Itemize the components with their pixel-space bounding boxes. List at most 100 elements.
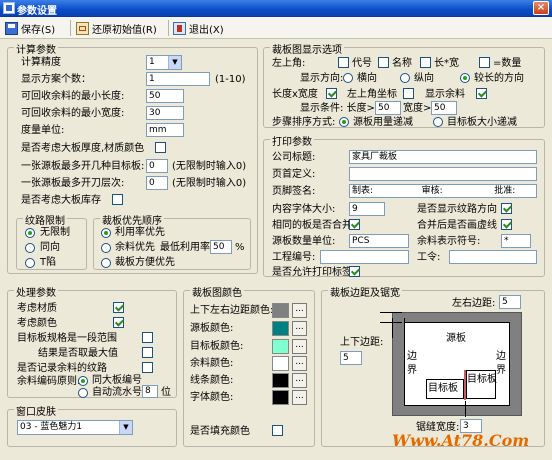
min-rate-input[interactable]: 50: [210, 240, 232, 254]
colors-title: 裁板图颜色: [190, 284, 244, 299]
tgt-color-button[interactable]: ...: [292, 339, 307, 354]
calc-params-title: 计算参数: [14, 41, 58, 56]
toolbar: 保存(S) 还原初始值(R) 退出(X): [0, 17, 552, 39]
save-button[interactable]: 保存(S): [2, 19, 58, 37]
order-src-label: 源板用量递减: [353, 117, 413, 128]
digit-label: 位: [161, 387, 171, 398]
max-boards-input[interactable]: 0: [146, 159, 168, 173]
top-left-label: 左上角:: [272, 58, 306, 69]
edge-color-button[interactable]: ...: [292, 303, 307, 318]
grain-same-radio[interactable]: [25, 243, 35, 253]
min-length-label: 可回收余料的最小长度:: [21, 91, 125, 102]
merge-dash-checkbox[interactable]: [501, 219, 512, 230]
target-board-1-text: 目标板: [428, 383, 458, 394]
save-label: 保存(S): [21, 24, 56, 36]
skin-select[interactable]: 03 - 蓝色魅力1 ▼: [17, 420, 133, 435]
grain-t-radio[interactable]: [25, 258, 35, 268]
project-input[interactable]: [320, 250, 409, 264]
src-color-swatch: [272, 321, 289, 336]
auto-serial-radio[interactable]: [78, 388, 88, 398]
tb-margin-input[interactable]: 5: [340, 351, 362, 365]
src-color-label: 源板颜色:: [190, 323, 234, 334]
grain-none-radio[interactable]: [25, 228, 35, 238]
priority-remain-radio[interactable]: [101, 243, 111, 253]
consider-stock-checkbox[interactable]: [112, 194, 123, 205]
remain-color-button[interactable]: ...: [292, 356, 307, 371]
remain-color-swatch: [272, 356, 289, 371]
order-label: 步骤排序方式:: [272, 117, 336, 128]
priority-rate-label: 利用率优先: [115, 227, 165, 238]
merge-checkbox[interactable]: [349, 219, 360, 230]
auto-digits-input[interactable]: 8: [142, 385, 158, 398]
footer-label: 页脚签名:: [272, 186, 316, 197]
cond-width-input[interactable]: 50: [431, 101, 457, 115]
dir-h-radio[interactable]: [343, 73, 353, 83]
right-edge-text: 边界: [496, 351, 506, 376]
edge-color-swatch: [272, 303, 289, 318]
min-width-label: 可回收余料的最小宽度:: [21, 108, 125, 119]
restore-button[interactable]: 还原初始值(R): [73, 19, 160, 37]
src-unit-input[interactable]: PCS: [349, 234, 409, 248]
priority-rate-radio[interactable]: [101, 228, 111, 238]
fill-color-checkbox[interactable]: [272, 425, 283, 436]
order-src-radio[interactable]: [339, 117, 349, 127]
unit-label: 度量单位:: [21, 125, 65, 136]
exit-button[interactable]: 退出(X): [170, 19, 227, 37]
color-label: 考虑颜色: [17, 318, 57, 329]
priority-easy-label: 裁板方便优先: [115, 257, 175, 268]
print-title: 打印参数: [270, 133, 314, 148]
header-input[interactable]: [349, 167, 537, 181]
code-checkbox[interactable]: [338, 57, 349, 68]
left-margin-line: [392, 318, 393, 338]
company-input[interactable]: 家具厂裁板: [349, 150, 537, 164]
cond-length-input[interactable]: 50: [375, 101, 401, 115]
max-layers-input[interactable]: 0: [146, 176, 168, 190]
restore-label: 还原初始值(R): [92, 24, 157, 36]
record-grain-checkbox[interactable]: [142, 362, 153, 373]
material-checkbox[interactable]: [113, 302, 124, 313]
app-icon: [3, 2, 15, 14]
same-big-radio[interactable]: [78, 376, 88, 386]
display-count-input[interactable]: 1: [146, 72, 210, 86]
name-checkbox[interactable]: [378, 57, 389, 68]
font-size-input[interactable]: 9: [349, 202, 385, 216]
show-grain-checkbox[interactable]: [501, 203, 512, 214]
min-length-input[interactable]: 50: [146, 89, 184, 103]
dir-long-radio[interactable]: [460, 73, 470, 83]
order-tgt-radio[interactable]: [433, 117, 443, 127]
remain-show-checkbox[interactable]: [476, 88, 487, 99]
remain-symbol-input[interactable]: *: [501, 234, 531, 248]
close-button[interactable]: ×: [533, 1, 549, 15]
fill-color-label: 是否填充颜色: [190, 426, 250, 437]
font-color-button[interactable]: ...: [292, 390, 307, 405]
line-color-label: 线条颜色:: [190, 375, 234, 386]
top-margin-line: [380, 322, 402, 323]
remain-show-label: 显示余料: [425, 89, 465, 100]
line-color-button[interactable]: ...: [292, 373, 307, 388]
cond-label: 显示条件: 长度>=: [300, 103, 384, 114]
maxval-checkbox[interactable]: [142, 347, 153, 358]
priority-easy-radio[interactable]: [101, 258, 111, 268]
min-width-input[interactable]: 30: [146, 106, 184, 120]
precision-select[interactable]: 1 ▼: [146, 55, 182, 70]
qty-checkbox[interactable]: [479, 57, 490, 68]
merge-label: 相同的板是否合并: [272, 220, 352, 231]
min-rate-label: 最低利用率:: [160, 242, 214, 253]
consider-stock-label: 是否考虑大板库存: [21, 195, 101, 206]
range-checkbox[interactable]: [142, 332, 153, 343]
coord-checkbox[interactable]: [403, 88, 414, 99]
lr-margin-input[interactable]: 5: [499, 295, 521, 309]
remain-color-label: 余料颜色:: [190, 358, 234, 369]
unit-input[interactable]: mm: [146, 123, 184, 137]
color-checkbox[interactable]: [113, 317, 124, 328]
lw-checkbox[interactable]: [420, 57, 431, 68]
coord-label: 左上角坐标: [347, 89, 397, 100]
allow-label-checkbox[interactable]: [349, 266, 360, 277]
dir-v-radio[interactable]: [400, 73, 410, 83]
consider-thickness-checkbox[interactable]: [155, 142, 166, 153]
work-order-input[interactable]: [449, 250, 537, 264]
lw-show-checkbox[interactable]: [326, 88, 337, 99]
toolbar-divider: [168, 20, 169, 36]
footer-input[interactable]: 制表: 审核: 批准:: [349, 184, 537, 198]
src-color-button[interactable]: ...: [292, 321, 307, 336]
